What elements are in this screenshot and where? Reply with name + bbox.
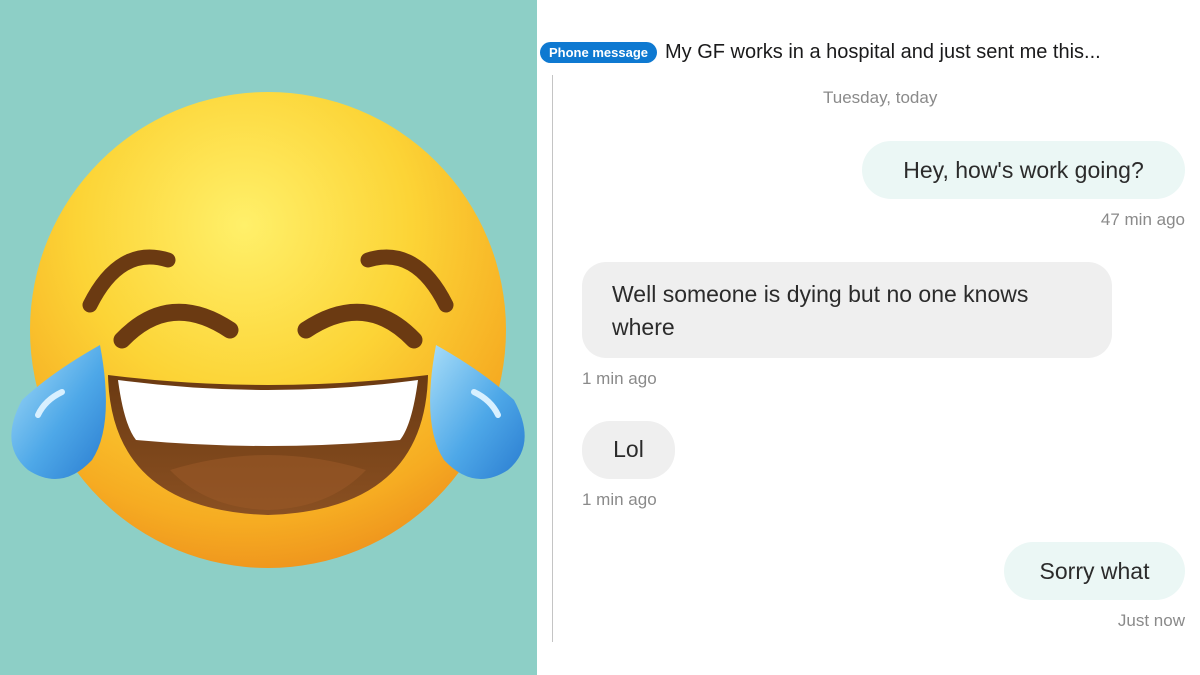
post-panel: Phone message My GF works in a hospital … [537,0,1200,675]
incoming-message-bubble: Well someone is dying but no one knows w… [582,262,1112,358]
message-timestamp: 1 min ago [582,490,657,509]
incoming-message-bubble: Lol [582,421,675,479]
message-timestamp: Just now [1117,611,1185,630]
thread-divider-line [552,75,553,642]
message-timestamp: 1 min ago [582,369,657,388]
message-timestamp: 47 min ago [1100,210,1185,229]
post-title[interactable]: My GF works in a hospital and just sent … [665,41,1101,64]
emoji-image-panel [0,0,537,675]
post-flair-badge[interactable]: Phone message [540,41,657,63]
conversation-date-label: Tuesday, today [823,88,938,107]
post-header: Phone message My GF works in a hospital … [540,38,1101,66]
face-with-tears-of-joy-icon [11,92,525,568]
outgoing-message-bubble: Hey, how's work going? [862,141,1185,199]
outgoing-message-bubble: Sorry what [1004,542,1185,600]
